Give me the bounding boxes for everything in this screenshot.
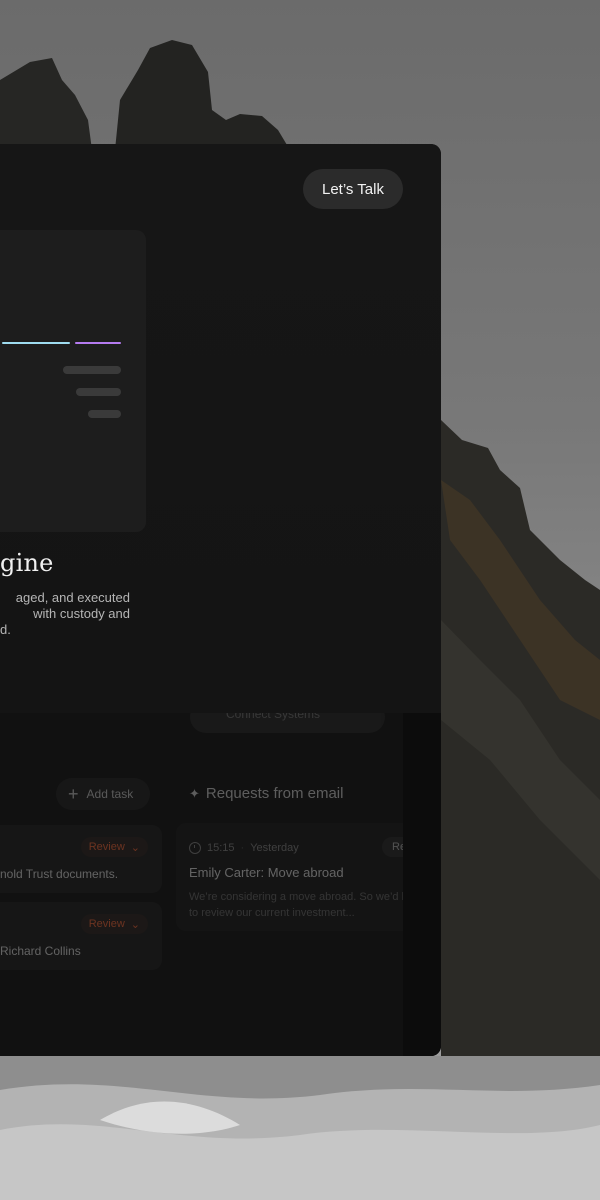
task-text: nold Trust documents. <box>0 867 119 881</box>
description-line: with custody and <box>33 606 130 621</box>
status-badge[interactable]: Review ⌄ <box>80 837 148 857</box>
separator-dot: · <box>240 842 245 854</box>
requests-title: Requests from email <box>205 785 344 802</box>
status-badge[interactable]: Review ⌄ <box>80 914 148 934</box>
email-preview: We’re considering a move abroad. So we’d… <box>189 891 416 919</box>
task-card[interactable]: Review ⌄ nold Trust documents. <box>0 825 162 893</box>
placeholder-bar <box>76 388 121 396</box>
placeholder-bar <box>63 366 121 374</box>
requests-header: ✦ Requests from email <box>189 785 343 802</box>
add-task-label: Add task <box>86 787 134 801</box>
task-card[interactable]: Review ⌄ Richard Collins <box>0 902 162 970</box>
purple-accent-line <box>75 342 121 344</box>
task-text: Richard Collins <box>0 944 81 958</box>
background-dashboard: Connect Systems + Add task ✦ Requests fr… <box>0 701 441 1056</box>
email-time: 15:15 <box>207 842 235 854</box>
hero-heading: gine <box>0 549 54 577</box>
app-window: Connect Systems + Add task ✦ Requests fr… <box>0 144 441 1056</box>
right-edge-shadow <box>403 713 441 1056</box>
status-label: Review <box>88 918 125 930</box>
placeholder-bar <box>88 410 121 418</box>
add-task-button[interactable]: + Add task <box>56 778 150 810</box>
clock-icon <box>189 842 201 854</box>
description-line: d. <box>0 622 11 637</box>
modal-panel: Let’s Talk gine aged, and executed with … <box>0 144 441 713</box>
email-subject: Emily Carter: Move abroad <box>189 865 344 880</box>
preview-card <box>0 230 146 532</box>
hero-description: aged, and executed with custody and d. <box>0 590 130 638</box>
description-line: aged, and executed <box>15 590 130 605</box>
email-request-card[interactable]: 15:15 · Yesterday Rev Emily Carter: Move… <box>176 823 416 931</box>
chevron-down-icon: ⌄ <box>130 918 140 931</box>
status-label: Review <box>88 841 125 853</box>
sparkle-icon: ✦ <box>189 785 200 801</box>
plus-icon: + <box>68 784 79 804</box>
chevron-down-icon: ⌄ <box>130 841 140 854</box>
cyan-accent-line <box>2 342 70 344</box>
email-meta: 15:15 · Yesterday <box>189 842 299 854</box>
lets-talk-button[interactable]: Let’s Talk <box>303 169 403 209</box>
email-day: Yesterday <box>250 842 299 854</box>
